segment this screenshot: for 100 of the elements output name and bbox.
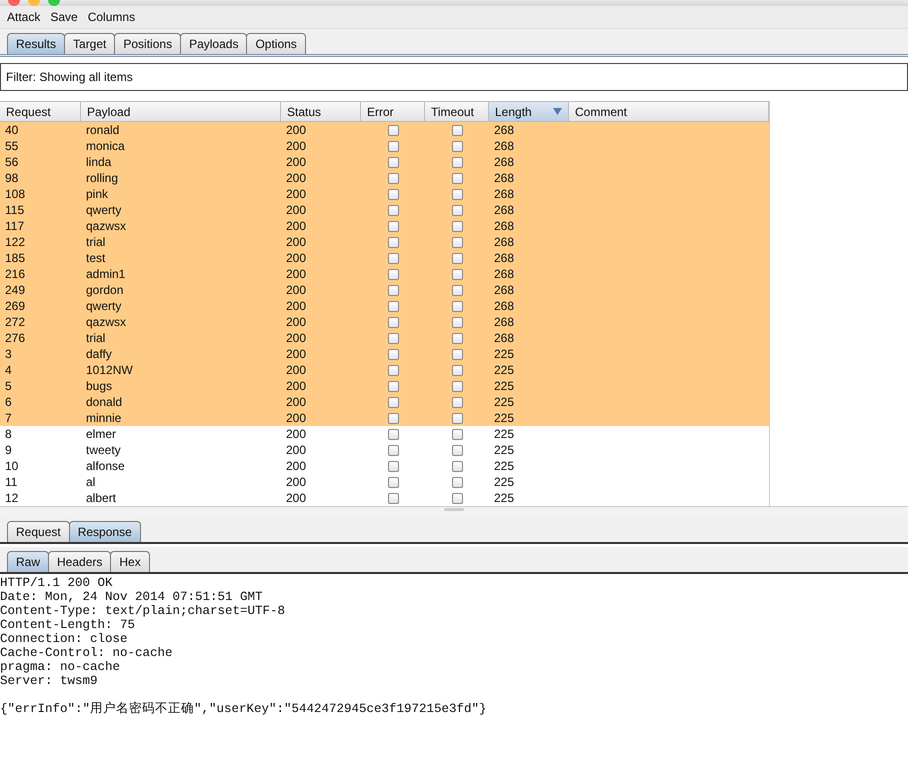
menu-item[interactable]: Attack: [7, 10, 40, 24]
checkbox[interactable]: [452, 172, 462, 184]
table-row[interactable]: 56 linda 200 268: [0, 154, 769, 170]
table-cell: 225: [494, 411, 514, 425]
checkbox[interactable]: [388, 268, 398, 280]
checkbox[interactable]: [452, 188, 462, 200]
tab[interactable]: Positions: [114, 33, 182, 54]
checkbox[interactable]: [452, 124, 462, 136]
checkbox[interactable]: [388, 220, 398, 232]
column-header[interactable]: Status: [281, 102, 361, 121]
tab[interactable]: Request: [7, 521, 70, 542]
checkbox[interactable]: [452, 236, 462, 248]
checkbox[interactable]: [452, 396, 462, 408]
table-row[interactable]: 4 1012NW 200 225: [0, 362, 769, 378]
table-row[interactable]: 272 qazwsx 200 268: [0, 314, 769, 330]
table-cell: 185: [5, 251, 26, 265]
checkbox[interactable]: [452, 412, 462, 424]
column-header[interactable]: Comment: [569, 102, 769, 121]
table-row[interactable]: 3 daffy 200 225: [0, 346, 769, 362]
column-header[interactable]: Length: [489, 102, 569, 121]
table-row[interactable]: 216 admin1 200 268: [0, 266, 769, 282]
menu-item[interactable]: Save: [50, 10, 78, 24]
column-header[interactable]: Error: [361, 102, 425, 121]
header-line: HTTP/1.1 200 OK: [0, 576, 113, 590]
checkbox[interactable]: [452, 140, 462, 152]
checkbox[interactable]: [452, 476, 462, 488]
checkbox[interactable]: [452, 316, 462, 328]
checkbox[interactable]: [388, 236, 398, 248]
table-row[interactable]: 55 monica 200 268: [0, 138, 769, 154]
table-row[interactable]: 108 pink 200 268: [0, 186, 769, 202]
checkbox[interactable]: [452, 348, 462, 360]
checkbox[interactable]: [452, 332, 462, 344]
table-row[interactable]: 276 trial 200 268: [0, 330, 769, 346]
checkbox[interactable]: [388, 460, 398, 472]
table-row[interactable]: 115 qwerty 200 268: [0, 202, 769, 218]
checkbox[interactable]: [388, 412, 398, 424]
checkbox[interactable]: [452, 444, 462, 456]
column-header[interactable]: Request: [0, 102, 81, 121]
checkbox[interactable]: [388, 332, 398, 344]
table-cell: test: [86, 251, 106, 265]
checkbox[interactable]: [388, 188, 398, 200]
checkbox[interactable]: [388, 252, 398, 264]
checkbox[interactable]: [388, 316, 398, 328]
table-cell: 225: [494, 475, 514, 489]
checkbox[interactable]: [388, 300, 398, 312]
checkbox[interactable]: [452, 204, 462, 216]
checkbox[interactable]: [388, 124, 398, 136]
checkbox[interactable]: [388, 492, 398, 504]
checkbox[interactable]: [452, 252, 462, 264]
tab[interactable]: Payloads: [180, 33, 248, 54]
table-row[interactable]: 117 qazwsx 200 268: [0, 218, 769, 234]
checkbox[interactable]: [452, 492, 462, 504]
checkbox[interactable]: [452, 284, 462, 296]
table-cell: 269: [5, 299, 26, 313]
tab[interactable]: Response: [68, 521, 141, 542]
table-cell: 225: [494, 363, 514, 377]
checkbox[interactable]: [452, 428, 462, 440]
checkbox[interactable]: [388, 348, 398, 360]
table-row[interactable]: 5 bugs 200 225: [0, 378, 769, 394]
checkbox[interactable]: [388, 140, 398, 152]
splitter-handle[interactable]: [444, 508, 464, 511]
table-row[interactable]: 98 rolling 200 268: [0, 170, 769, 186]
header-line: pragma: no-cache: [0, 660, 120, 674]
checkbox[interactable]: [452, 380, 462, 392]
checkbox[interactable]: [452, 460, 462, 472]
table-row[interactable]: 7 minnie 200 225: [0, 410, 769, 426]
checkbox[interactable]: [452, 300, 462, 312]
tab[interactable]: Target: [64, 33, 116, 54]
table-cell: 200: [286, 443, 306, 457]
checkbox[interactable]: [452, 268, 462, 280]
checkbox[interactable]: [388, 396, 398, 408]
table-cell: 272: [5, 315, 26, 329]
table-cell: 5: [5, 379, 12, 393]
checkbox[interactable]: [452, 364, 462, 376]
checkbox[interactable]: [388, 476, 398, 488]
tab[interactable]: Raw: [7, 551, 50, 572]
table-row[interactable]: 185 test 200 268: [0, 250, 769, 266]
filter-bar[interactable]: Filter: Showing all items: [0, 63, 908, 91]
table-row[interactable]: 269 qwerty 200 268: [0, 298, 769, 314]
checkbox[interactable]: [388, 380, 398, 392]
tab[interactable]: Hex: [110, 551, 150, 572]
checkbox[interactable]: [388, 428, 398, 440]
table-row[interactable]: 122 trial 200 268: [0, 234, 769, 250]
checkbox[interactable]: [388, 284, 398, 296]
tab[interactable]: Options: [246, 33, 306, 54]
table-row[interactable]: 6 donald 200 225: [0, 394, 769, 410]
table-row[interactable]: 249 gordon 200 268: [0, 282, 769, 298]
checkbox[interactable]: [388, 172, 398, 184]
checkbox[interactable]: [388, 364, 398, 376]
table-cell: 200: [286, 267, 306, 281]
checkbox[interactable]: [388, 444, 398, 456]
checkbox[interactable]: [452, 220, 462, 232]
checkbox[interactable]: [388, 204, 398, 216]
menu-item[interactable]: Columns: [88, 10, 136, 24]
checkbox[interactable]: [452, 156, 462, 168]
column-header[interactable]: Payload: [81, 102, 281, 121]
tab[interactable]: Headers: [48, 551, 112, 572]
checkbox[interactable]: [388, 156, 398, 168]
table-row[interactable]: 40 ronald 200 268: [0, 122, 769, 138]
tab[interactable]: Results: [7, 33, 66, 54]
